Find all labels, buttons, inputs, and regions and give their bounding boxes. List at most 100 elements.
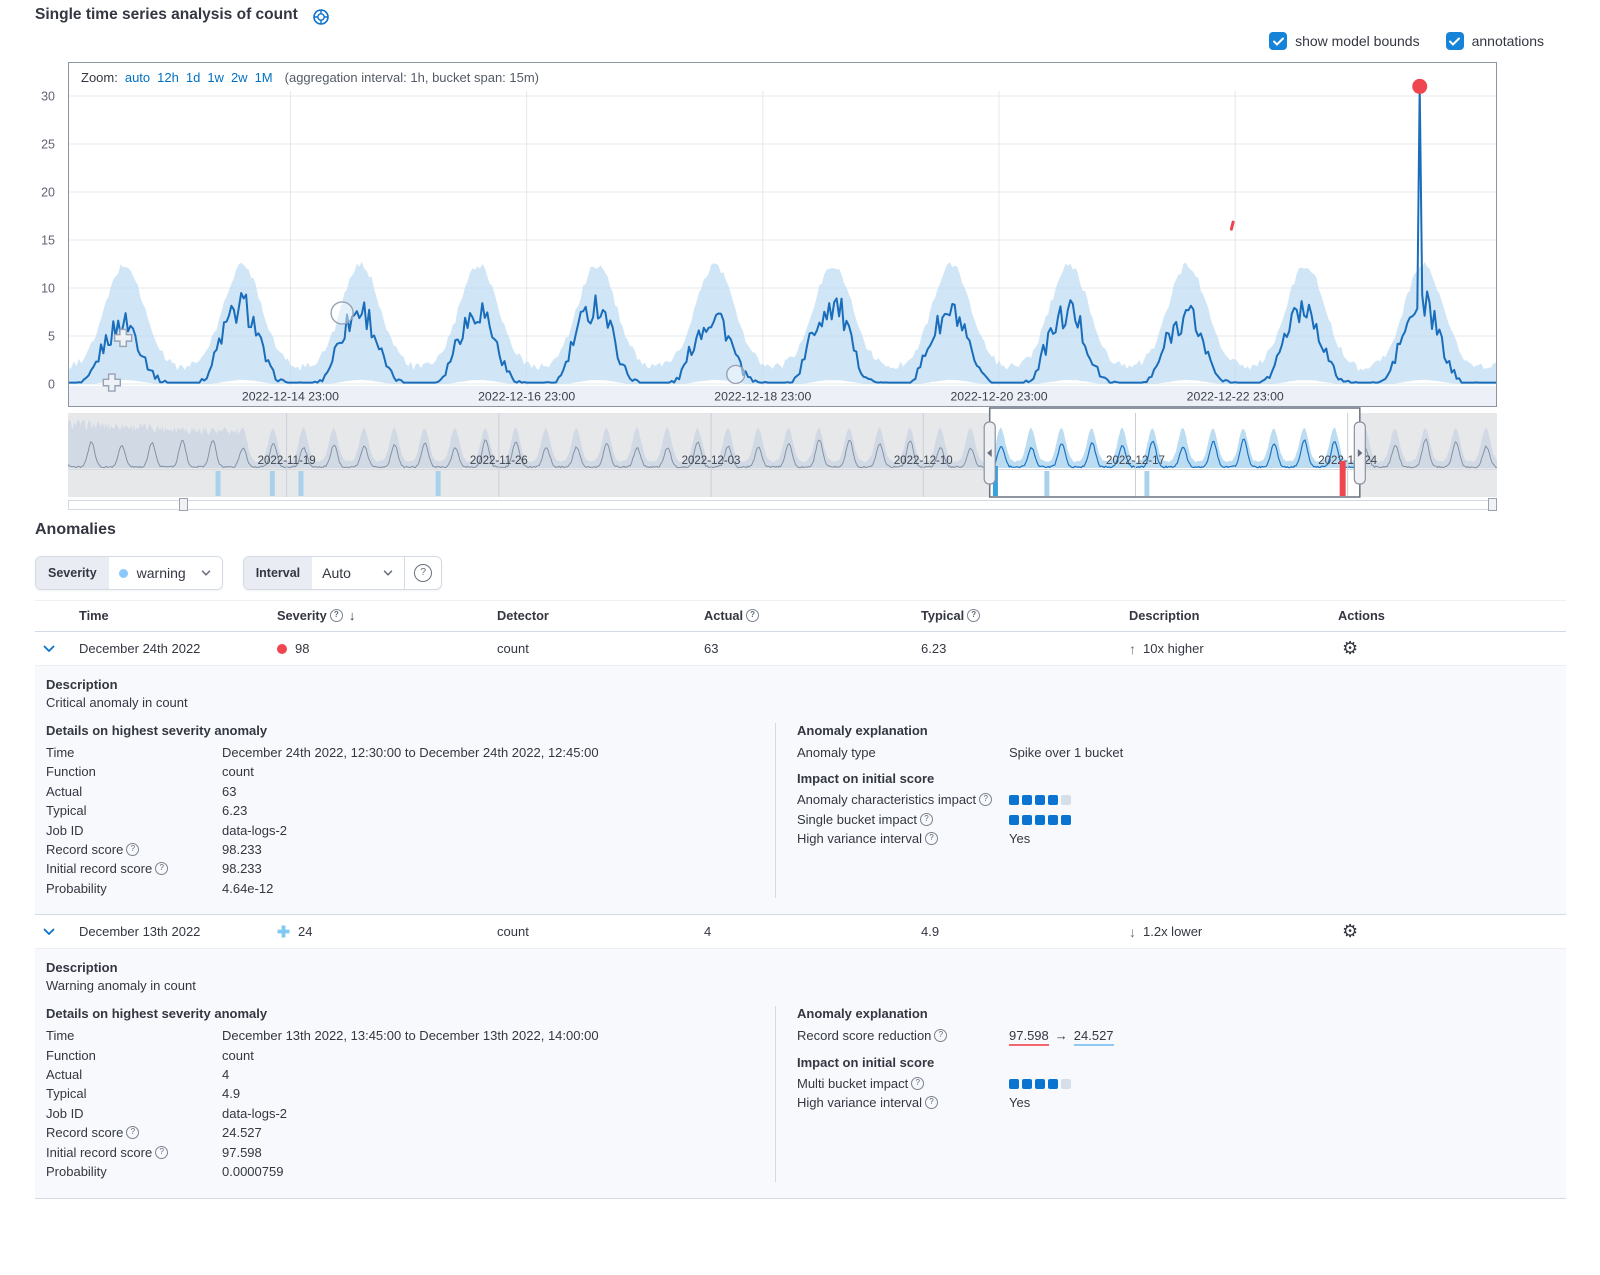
explanation-heading: Anomaly explanation [797, 1006, 1552, 1021]
aggregation-note: (aggregation interval: 1h, bucket span: … [285, 70, 539, 85]
collapse-row-button[interactable] [41, 924, 57, 940]
details-heading: Details on highest severity anomaly [46, 723, 775, 738]
info-icon: ? [934, 1029, 947, 1042]
zoom-option-12h[interactable]: 12h [157, 70, 179, 85]
svg-text:2022-12-20 23:00: 2022-12-20 23:00 [950, 390, 1047, 404]
navigator-scroll-handle-right[interactable] [1488, 498, 1497, 511]
lifebuoy-icon[interactable] [312, 8, 330, 26]
collapse-row-button[interactable] [41, 641, 57, 657]
details-column: Details on highest severity anomaly Time… [46, 723, 775, 898]
info-icon: ? [911, 1077, 924, 1090]
svg-text:2022-12-17: 2022-12-17 [1106, 455, 1165, 467]
impact-score-bar [1009, 790, 1074, 809]
page-title: Single time series analysis of count [35, 6, 298, 24]
table-row: December 13th 2022 24 count 4 4.9 ↓ 1.2x… [35, 914, 1566, 948]
focus-chart[interactable]: 0510152025302022-12-14 23:002022-12-16 2… [69, 91, 1496, 406]
interval-filter-label: Interval [244, 557, 312, 589]
interval-help-button[interactable]: ? [404, 557, 441, 589]
info-icon: ? [925, 1096, 938, 1109]
context-navigator-chart[interactable]: 2022-11-192022-11-262022-12-032022-12-10… [68, 407, 1497, 498]
annotations-label: annotations [1472, 33, 1544, 49]
warning-plus-icon [277, 925, 290, 938]
check-icon [1449, 37, 1460, 46]
chevron-down-icon [382, 567, 394, 579]
zoom-option-1w[interactable]: 1w [207, 70, 224, 85]
info-icon: ? [155, 862, 168, 875]
arrow-up-icon: ↑ [1129, 641, 1136, 657]
interval-filter-value: Auto [322, 565, 351, 581]
chevron-down-icon [200, 567, 212, 579]
focus-chart-panel: Zoom: auto 12h 1d 1w 2w 1M (aggregation … [68, 62, 1497, 407]
question-circle-icon: ? [414, 564, 432, 582]
impact-score-bar [1009, 1074, 1074, 1093]
zoom-option-1d[interactable]: 1d [186, 70, 200, 85]
zoom-option-1M[interactable]: 1M [255, 70, 273, 85]
annotations-control: annotations [1446, 32, 1544, 50]
high-variance-value: Yes [1009, 829, 1030, 848]
interval-filter-select[interactable]: Auto [312, 557, 404, 589]
anomaly-typical: 4.9 [921, 915, 939, 948]
anomaly-actual: 63 [704, 632, 718, 665]
chevron-down-icon [41, 924, 57, 940]
info-icon: ? [155, 1146, 168, 1159]
anomalies-heading: Anomalies [35, 521, 116, 539]
description-text: Warning anomaly in count [46, 978, 1552, 993]
row-actions-gear-icon[interactable]: ⚙ [1342, 915, 1358, 948]
show-model-bounds-checkbox[interactable] [1269, 32, 1287, 50]
info-icon: ? [979, 793, 992, 806]
arrow-down-icon: ↓ [1129, 924, 1136, 940]
svg-text:2022-12-03: 2022-12-03 [682, 455, 741, 467]
zoom-option-auto[interactable]: auto [125, 70, 150, 85]
details-heading: Details on highest severity anomaly [46, 1006, 775, 1021]
navigator-scroll-track[interactable] [68, 500, 1497, 510]
svg-text:25: 25 [41, 138, 55, 152]
severity-filter-group: Severity warning [35, 556, 223, 590]
details-column: Details on highest severity anomaly Time… [46, 1006, 775, 1181]
row-actions-gear-icon[interactable]: ⚙ [1342, 632, 1358, 665]
svg-text:0: 0 [48, 378, 55, 392]
anomaly-description: ↓ 1.2x lower [1129, 915, 1202, 948]
single-metric-viewer: Single time series analysis of count sho… [0, 0, 1600, 1275]
navigator-scroll-handle-left[interactable] [179, 498, 188, 511]
svg-text:2022-12-10: 2022-12-10 [894, 455, 953, 467]
svg-text:2022-12-18 23:00: 2022-12-18 23:00 [714, 390, 811, 404]
anomaly-details-expanded: Description Critical anomaly in count De… [35, 665, 1566, 914]
info-icon: ? [746, 609, 759, 622]
anomaly-severity: 98 [277, 632, 309, 665]
arrow-right-icon: → [1055, 1028, 1068, 1043]
severity-filter-select[interactable]: warning [109, 557, 222, 589]
anomaly-description: ↑ 10x higher [1129, 632, 1204, 665]
svg-text:2022-12-14 23:00: 2022-12-14 23:00 [242, 390, 339, 404]
zoom-option-2w[interactable]: 2w [231, 70, 248, 85]
anomalies-table: Time Severity?↓ Detector Actual? Typical… [35, 600, 1566, 1199]
info-icon: ? [920, 813, 933, 826]
svg-text:2022-11-19: 2022-11-19 [258, 455, 316, 467]
col-header-detector[interactable]: Detector [497, 601, 549, 631]
impact-heading: Impact on initial score [797, 1055, 1552, 1070]
anomaly-type-value: Spike over 1 bucket [1009, 743, 1123, 762]
severity-filter-label: Severity [36, 557, 109, 589]
anomaly-detector: count [497, 915, 529, 948]
info-icon: ? [126, 843, 139, 856]
impact-score-bar [1009, 810, 1074, 829]
svg-text:2022-12-24: 2022-12-24 [1318, 455, 1377, 467]
info-icon: ? [967, 609, 980, 622]
explanation-heading: Anomaly explanation [797, 723, 1552, 738]
col-header-actual[interactable]: Actual? [704, 601, 759, 631]
table-row: December 24th 2022 98 count 63 6.23 ↑ 10… [35, 632, 1566, 665]
score-reduction-value: 97.598→24.527 [1009, 1026, 1114, 1045]
info-icon: ? [330, 609, 343, 622]
annotations-checkbox[interactable] [1446, 32, 1464, 50]
zoom-label: Zoom: [81, 70, 118, 85]
svg-text:20: 20 [41, 186, 55, 200]
col-header-time[interactable]: Time [79, 601, 109, 631]
sort-desc-icon: ↓ [349, 608, 356, 623]
col-header-typical[interactable]: Typical? [921, 601, 980, 631]
anomaly-severity: 24 [277, 915, 312, 948]
svg-text:2022-12-16 23:00: 2022-12-16 23:00 [478, 390, 575, 404]
svg-text:2022-12-22 23:00: 2022-12-22 23:00 [1187, 390, 1284, 404]
info-icon: ? [126, 1126, 139, 1139]
col-header-severity[interactable]: Severity?↓ [277, 601, 355, 631]
anomaly-typical: 6.23 [921, 632, 946, 665]
anomaly-details-expanded: Description Warning anomaly in count Det… [35, 948, 1566, 1198]
